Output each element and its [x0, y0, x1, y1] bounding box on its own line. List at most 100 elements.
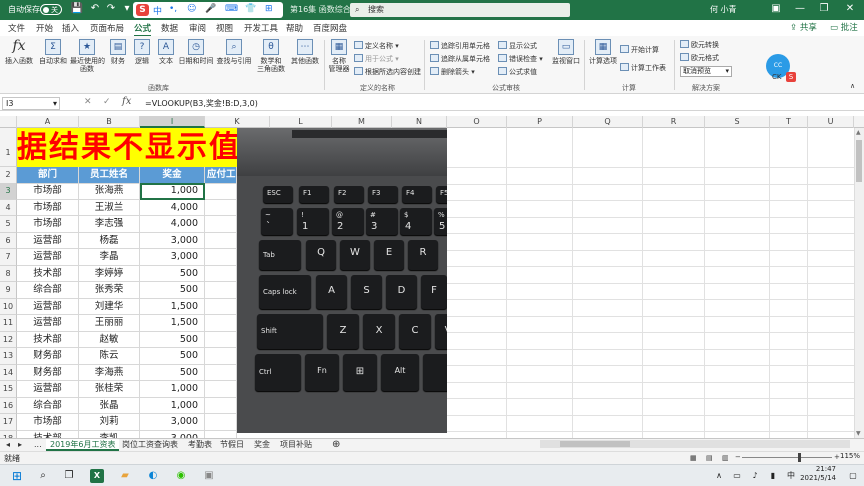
cell-bonus[interactable]: 500 — [140, 331, 205, 348]
column-header-b[interactable]: B — [79, 116, 140, 128]
select-all-corner[interactable] — [0, 116, 17, 128]
sheet-ellipsis[interactable]: ... — [30, 439, 46, 451]
calc-options-button[interactable]: ▦ 计算选项 — [588, 39, 618, 65]
cell-name[interactable]: 杨磊 — [79, 232, 140, 249]
cell-payable[interactable] — [205, 414, 237, 431]
task-view-icon[interactable]: ❐ — [62, 469, 76, 483]
collapse-ribbon-icon[interactable]: ∧ — [850, 82, 855, 90]
sheet-tab-bonus[interactable]: 奖金 — [250, 439, 274, 451]
insert-function-button[interactable]: fx 插入函数 — [4, 39, 34, 65]
tray-chevron-icon[interactable]: ∧ — [712, 469, 726, 483]
close-icon[interactable]: ✕ — [842, 3, 858, 14]
row-header-2[interactable]: 2 — [0, 167, 17, 184]
cell-dept[interactable]: 运营部 — [17, 315, 79, 332]
zoom-out-icon[interactable]: − — [735, 453, 741, 461]
row-header[interactable]: 12 — [0, 331, 17, 348]
ime-mic-icon[interactable]: 🎤 — [205, 4, 216, 14]
add-sheet-icon[interactable]: ⊕ — [328, 439, 344, 451]
cell-payable[interactable] — [205, 381, 237, 398]
notification-icon[interactable]: ▢ — [846, 469, 860, 483]
cell-payable[interactable] — [205, 298, 237, 315]
user-name[interactable]: 何 小青 — [710, 4, 737, 15]
column-header-k[interactable]: K — [205, 116, 270, 128]
cell-name[interactable]: 张秀荣 — [79, 282, 140, 299]
cell-bonus[interactable]: 1,500 — [140, 315, 205, 332]
zoom-slider[interactable] — [742, 457, 832, 458]
ime-skin-icon[interactable]: 👕 — [245, 4, 256, 14]
cell-name[interactable]: 张海燕 — [79, 183, 140, 200]
ribbon-display-icon[interactable]: ▣ — [768, 3, 784, 14]
cell-bonus[interactable]: 500 — [140, 282, 205, 299]
sheet-tab-holidays[interactable]: 节假日 — [216, 439, 248, 451]
cell-dept[interactable]: 技术部 — [17, 265, 79, 282]
calc-sheet-button[interactable]: 计算工作表 — [620, 63, 666, 73]
title-banner[interactable]: 据结果不显示值怎 — [17, 128, 237, 167]
sheet-prev-icon[interactable]: ◂ — [2, 439, 14, 451]
row-header[interactable]: 14 — [0, 364, 17, 381]
header-bonus[interactable]: 奖金 — [140, 167, 205, 184]
cell-name[interactable]: 赵敏 — [79, 331, 140, 348]
name-manager-button[interactable]: ▦ 名称 管理器 — [328, 39, 350, 73]
cell-payable[interactable] — [205, 348, 237, 365]
column-header-s[interactable]: S — [705, 116, 770, 128]
remove-arrows-button[interactable]: 删除箭头 ▾ — [430, 67, 475, 77]
header-name[interactable]: 员工姓名 — [79, 167, 140, 184]
column-header-o[interactable]: O — [447, 116, 507, 128]
cell-bonus[interactable]: 500 — [140, 265, 205, 282]
tab-insert[interactable]: 插入 — [62, 22, 79, 34]
show-formulas-button[interactable]: 显示公式 — [498, 41, 537, 51]
tab-formulas[interactable]: 公式 — [134, 22, 152, 37]
calc-now-button[interactable]: 开始计算 — [620, 45, 659, 55]
restore-icon[interactable]: ❐ — [816, 3, 832, 14]
row-header[interactable]: 11 — [0, 315, 17, 332]
row-header[interactable]: 15 — [0, 381, 17, 398]
cell-dept[interactable]: 财务部 — [17, 364, 79, 381]
ime-toolbar[interactable]: S 中 •, ☺ 🎤 ⌨ 👕 ⊞ — [133, 2, 283, 18]
name-box[interactable]: I3 ▾ — [2, 97, 60, 110]
row-header-1[interactable]: 1 — [0, 128, 17, 167]
cell-bonus[interactable]: 500 — [140, 348, 205, 365]
error-checking-button[interactable]: 错误检查 ▾ — [498, 54, 543, 64]
redo-icon[interactable]: ↷ — [104, 3, 118, 14]
row-header[interactable]: 9 — [0, 282, 17, 299]
cell-name[interactable]: 张晶 — [79, 397, 140, 414]
cell-dept[interactable]: 综合部 — [17, 282, 79, 299]
file-explorer-icon[interactable]: ▰ — [118, 469, 132, 483]
row-header[interactable]: 3 — [0, 183, 17, 200]
cell-name[interactable]: 陈云 — [79, 348, 140, 365]
euro-convert-button[interactable]: 欧元转换 — [680, 40, 719, 50]
active-cell-i3[interactable] — [140, 183, 205, 200]
row-header[interactable]: 13 — [0, 348, 17, 365]
euro-preview-select[interactable]: 取消预览 ▾ — [680, 66, 732, 77]
comment-button[interactable]: ▭ 批注 — [830, 21, 858, 33]
enter-formula-icon[interactable]: ✓ — [103, 97, 111, 107]
cell-payable[interactable] — [205, 397, 237, 414]
cell-dept[interactable]: 市场部 — [17, 414, 79, 431]
cell-name[interactable]: 王淑兰 — [79, 199, 140, 216]
ime-emoji-icon[interactable]: ☺ — [187, 4, 196, 14]
sheet-tab-position-salary[interactable]: 岗位工资查询表 — [118, 439, 182, 451]
customize-qat-icon[interactable]: ▾ — [120, 3, 134, 14]
share-button[interactable]: ⇪ 共享 — [790, 21, 817, 33]
tab-file[interactable]: 文件 — [8, 22, 25, 34]
cell-name[interactable]: 李婷婷 — [79, 265, 140, 282]
cell-dept[interactable]: 市场部 — [17, 183, 79, 200]
ime-tools-icon[interactable]: ⊞ — [265, 4, 273, 14]
app-icon[interactable]: ▣ — [202, 469, 216, 483]
row-header[interactable]: 5 — [0, 216, 17, 233]
cell-bonus[interactable]: 4,000 — [140, 216, 205, 233]
tab-baidu-netdisk[interactable]: 百度网盘 — [313, 22, 347, 34]
cell-payable[interactable] — [205, 199, 237, 216]
cell-payable[interactable] — [205, 249, 237, 266]
header-dept[interactable]: 部门 — [17, 167, 79, 184]
page-layout-view-icon[interactable]: ▤ — [706, 454, 713, 462]
autosave-toggle[interactable]: 关 — [40, 4, 62, 15]
column-header-p[interactable]: P — [507, 116, 573, 128]
cancel-formula-icon[interactable]: ✕ — [84, 97, 92, 107]
page-break-view-icon[interactable]: ▥ — [722, 454, 729, 462]
tab-home[interactable]: 开始 — [36, 22, 53, 34]
scroll-up-icon[interactable]: ▲ — [856, 129, 861, 136]
tab-data[interactable]: 数据 — [161, 22, 178, 34]
cell-dept[interactable]: 运营部 — [17, 249, 79, 266]
vertical-scroll-thumb[interactable] — [856, 140, 862, 182]
